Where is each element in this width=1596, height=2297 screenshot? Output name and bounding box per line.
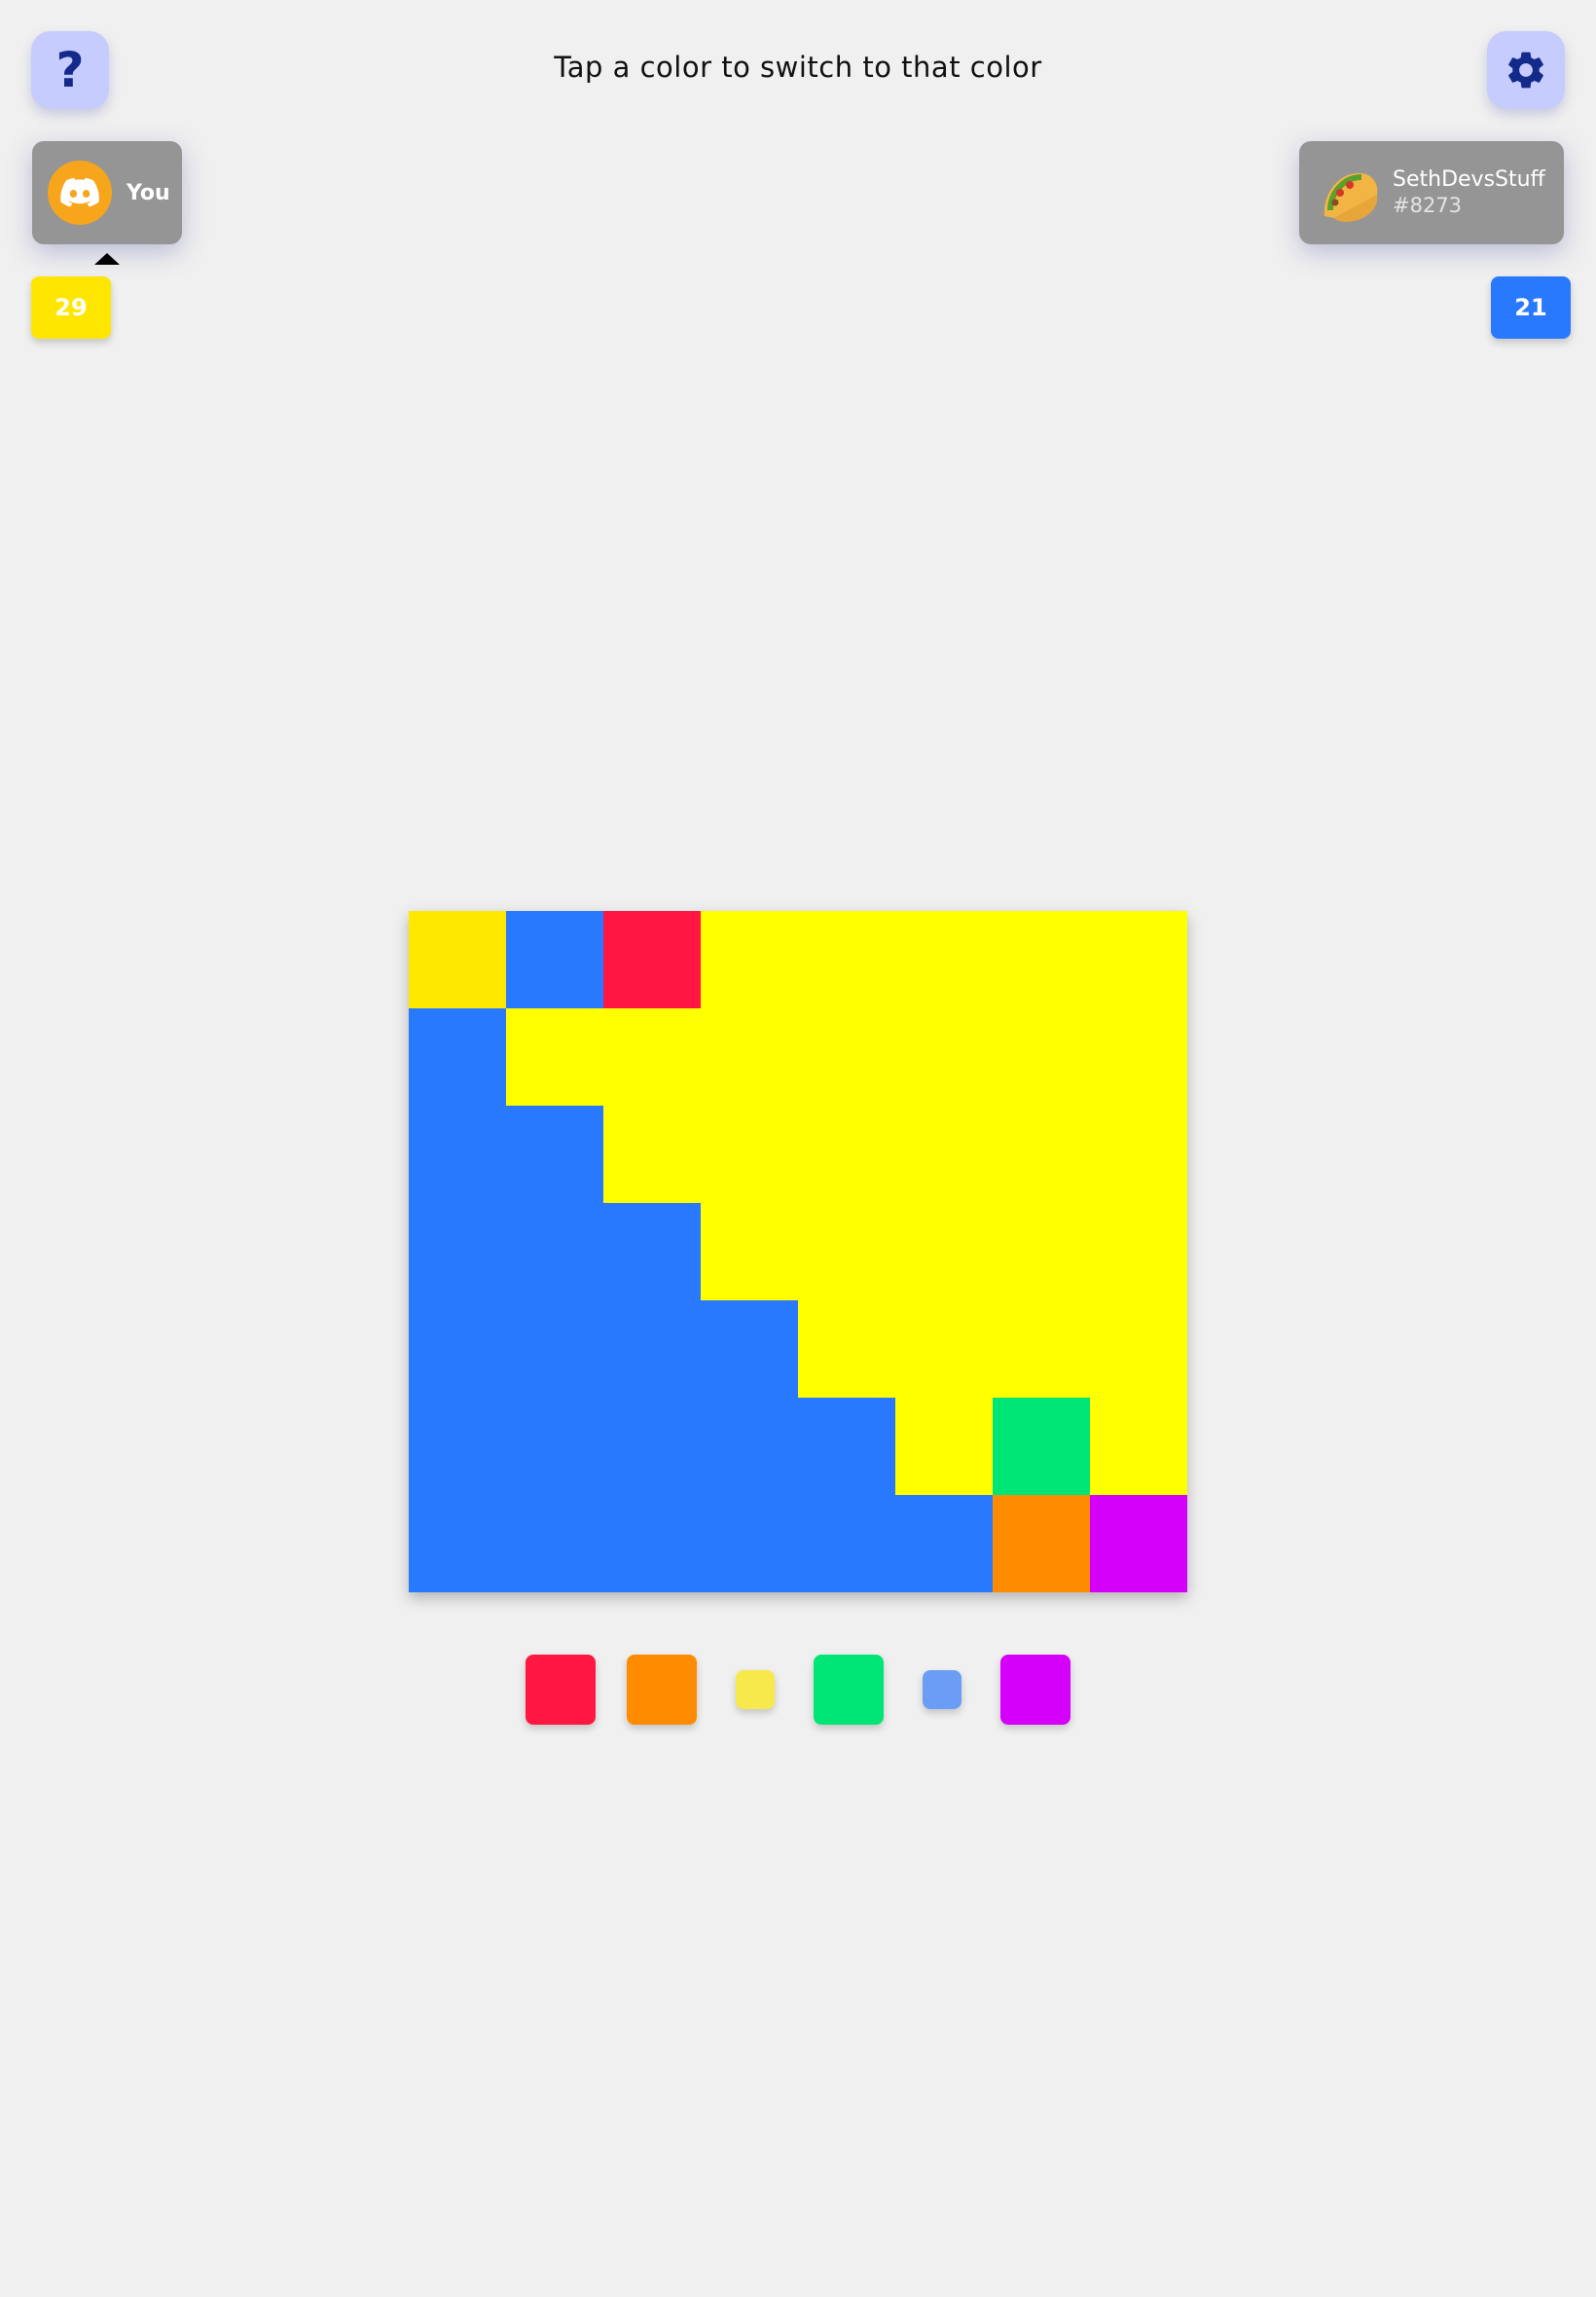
taco-icon (1324, 172, 1378, 222)
board-cell (993, 1008, 1090, 1106)
player-card-opponent: SethDevsStuff #8273 (1299, 141, 1564, 244)
board-cell (1090, 1300, 1187, 1398)
board-cell (993, 1300, 1090, 1398)
game-board (409, 911, 1187, 1592)
color-button-purple[interactable] (1000, 1655, 1070, 1725)
board-cell (798, 1300, 895, 1398)
gear-icon (1508, 52, 1543, 89)
board-cell (409, 1203, 506, 1300)
board-cell (993, 1495, 1090, 1592)
board-cell (993, 1203, 1090, 1300)
board-cell (895, 1106, 993, 1203)
board-cell (895, 1398, 993, 1495)
board-cell (409, 1106, 506, 1203)
color-button-green[interactable] (814, 1655, 884, 1725)
color-palette (0, 1655, 1596, 1725)
color-button-yellow (736, 1670, 775, 1709)
instruction-text: Tap a color to switch to that color (554, 51, 1042, 84)
board-cell (1090, 1106, 1187, 1203)
board-cell (798, 1106, 895, 1203)
board-cell (895, 1203, 993, 1300)
board-cell (603, 911, 701, 1008)
board-cell (798, 1008, 895, 1106)
board-cell (798, 911, 895, 1008)
score-you: 29 (31, 276, 111, 339)
board-cell (603, 1300, 701, 1398)
board-cell (603, 1495, 701, 1592)
game-screen: ? Tap a color to switch to that color Yo… (0, 0, 1596, 2297)
board-cell (409, 1495, 506, 1592)
color-button-blue (923, 1670, 961, 1709)
score-opponent: 21 (1491, 276, 1571, 339)
board-cell (1090, 1398, 1187, 1495)
board-cell (895, 911, 993, 1008)
board-cell (409, 1300, 506, 1398)
board-cell (701, 911, 798, 1008)
board-cell (1090, 1203, 1187, 1300)
board-cell (993, 1106, 1090, 1203)
current-turn-indicator (94, 253, 120, 265)
board-cell (798, 1495, 895, 1592)
board-cell (798, 1398, 895, 1495)
board-cell (895, 1300, 993, 1398)
color-button-red[interactable] (526, 1655, 596, 1725)
board-cell (506, 1300, 603, 1398)
opponent-name: SethDevsStuff (1393, 167, 1545, 192)
board-cell (603, 1203, 701, 1300)
board-cell (993, 1398, 1090, 1495)
board-cell (506, 1203, 603, 1300)
board-cell (1090, 911, 1187, 1008)
board-cell (701, 1398, 798, 1495)
board-cell (895, 1495, 993, 1592)
board-cell (701, 1008, 798, 1106)
board-cell (506, 1398, 603, 1495)
board-cell (506, 1495, 603, 1592)
color-button-orange[interactable] (627, 1655, 697, 1725)
board-cell (1090, 1495, 1187, 1592)
board-cell (506, 1008, 603, 1106)
board-cell (993, 911, 1090, 1008)
opponent-tag: #8273 (1393, 194, 1463, 217)
board-cell (1090, 1008, 1187, 1106)
board-cell (409, 1398, 506, 1495)
board-cell (506, 1106, 603, 1203)
board-cell (701, 1106, 798, 1203)
board-cell (603, 1106, 701, 1203)
board-cell (701, 1495, 798, 1592)
player-card-you: You (32, 141, 182, 244)
settings-button[interactable] (1487, 31, 1565, 109)
player-label-you: You (127, 180, 170, 205)
board-cell (506, 911, 603, 1008)
board-cell (603, 1398, 701, 1495)
board-cell (409, 911, 506, 1008)
board-cell (701, 1203, 798, 1300)
board-cell (798, 1203, 895, 1300)
board-cell (409, 1008, 506, 1106)
board-cell (895, 1008, 993, 1106)
discord-glyph (60, 177, 99, 207)
discord-logo-icon (48, 161, 112, 225)
board-cell (701, 1300, 798, 1398)
board-cell (603, 1008, 701, 1106)
